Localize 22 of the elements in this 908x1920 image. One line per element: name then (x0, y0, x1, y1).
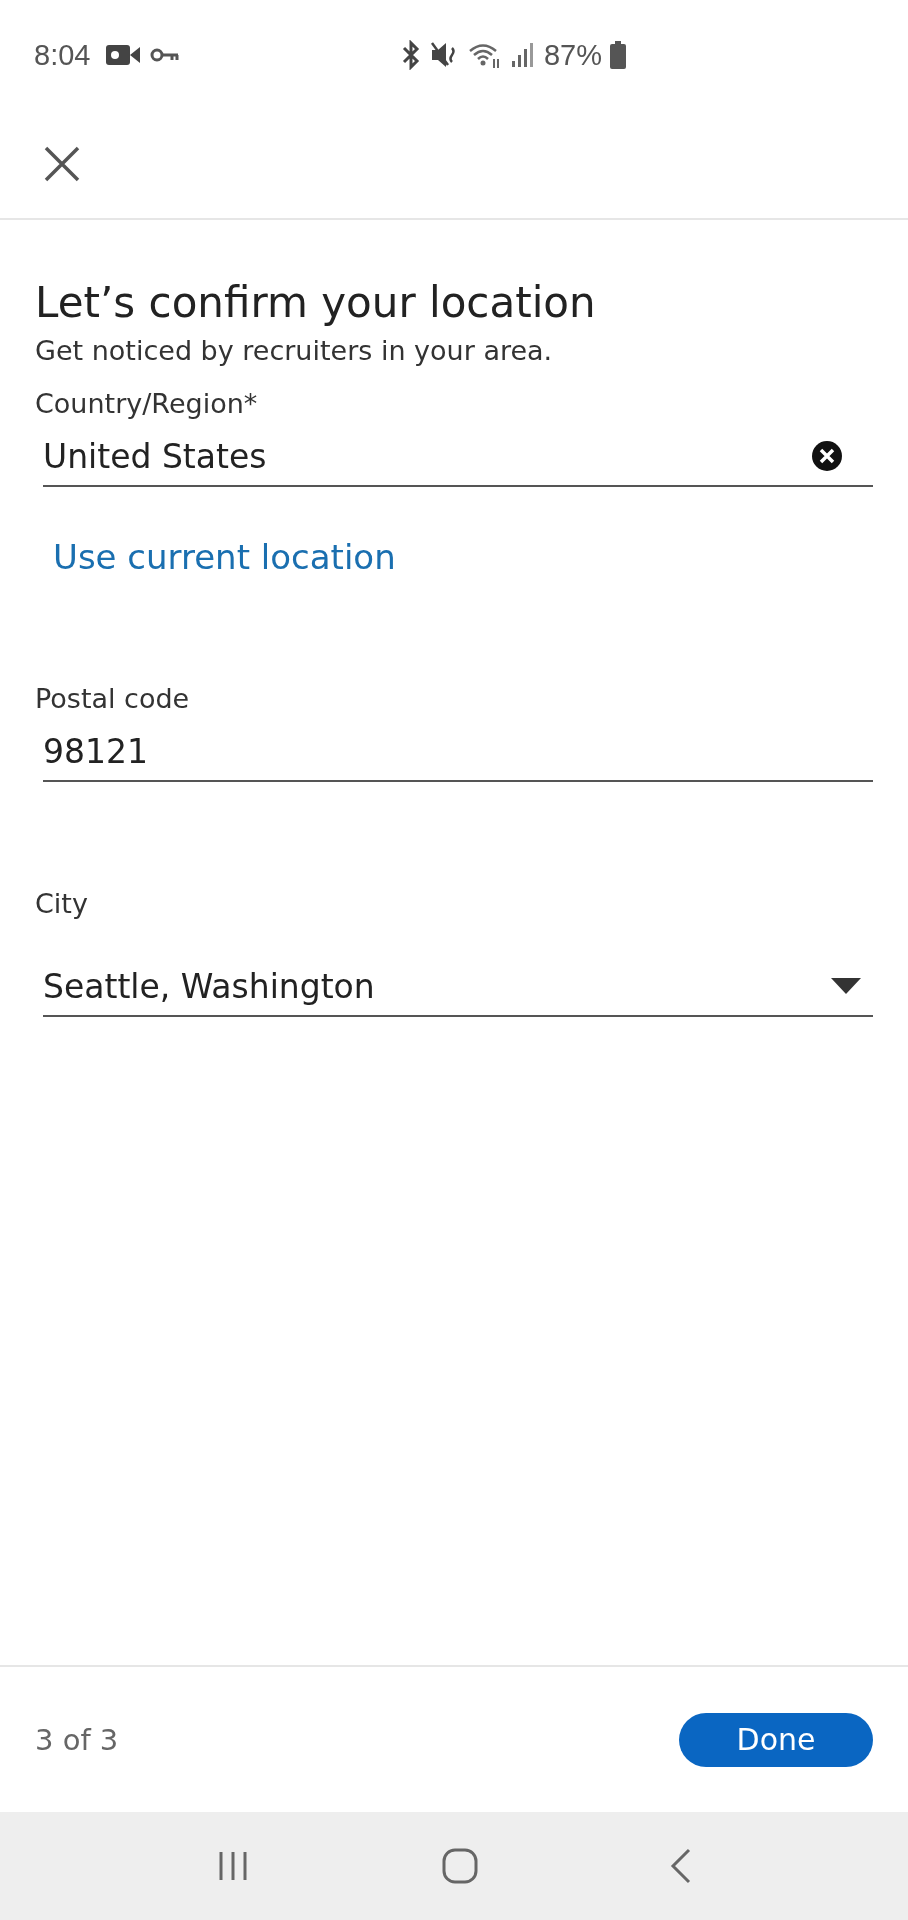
field-label: Postal code (35, 683, 191, 714)
city-dropdown[interactable]: Seattle, Washington (43, 957, 873, 1017)
clock-time: 8:04 (34, 38, 91, 72)
page-subtitle: Get noticed by recruiters in your area. (35, 335, 554, 366)
battery-percentage: 87% (543, 38, 602, 72)
clear-icon[interactable] (811, 440, 843, 472)
field-label: Country/Region* (35, 388, 259, 419)
input-field[interactable]: United States (43, 427, 873, 487)
wifi-icon (467, 41, 502, 69)
home-button[interactable] (442, 1848, 478, 1884)
input-field[interactable]: 98121 (43, 722, 873, 782)
step-counter: 3 of 3 (35, 1722, 119, 1757)
field-label: City (35, 888, 89, 919)
signal-icon (509, 41, 536, 69)
page-title: Let’s confirm your location (35, 278, 597, 327)
video-camera-icon (106, 43, 141, 67)
use-current-location-link[interactable]: Use current location (53, 537, 396, 577)
key-icon (150, 46, 181, 64)
dropdown-caret-icon[interactable] (831, 978, 861, 994)
back-button[interactable] (668, 1848, 693, 1884)
done-button[interactable]: Done (679, 1712, 873, 1767)
battery-icon (610, 41, 626, 69)
